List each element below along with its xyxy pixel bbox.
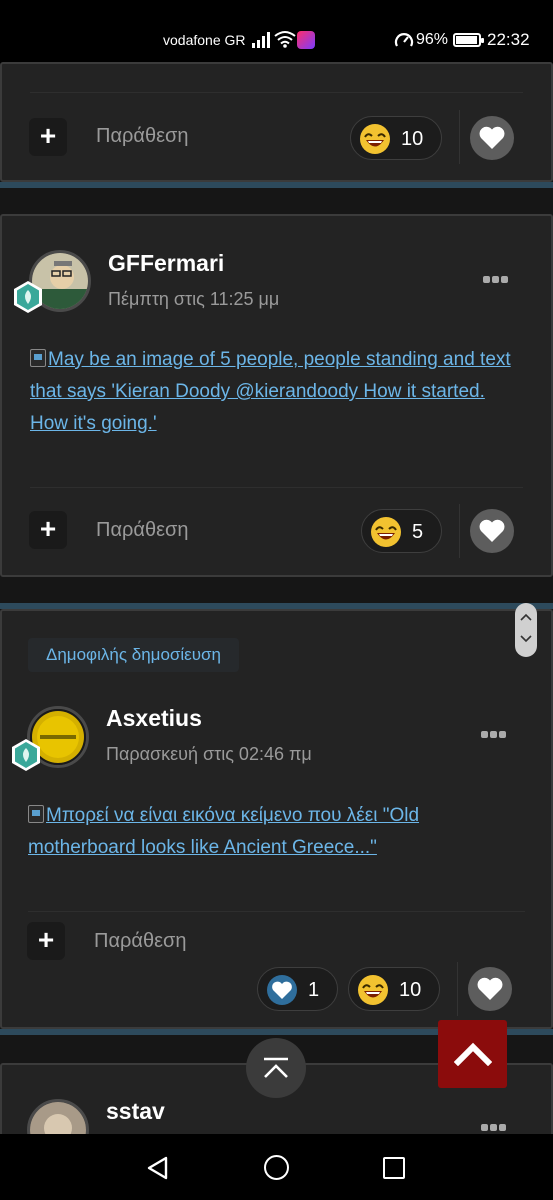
chevron-down-icon [520,635,532,643]
more-options-icon[interactable] [481,1124,507,1132]
battery-fill [456,36,478,44]
scroll-handle[interactable] [515,603,537,657]
status-bar: vodafone GR 96% 22:32 [0,0,553,68]
signal-icon [252,32,270,48]
react-button[interactable] [468,967,512,1011]
battery-percent: 96% [416,31,449,48]
image-alt-text: May be an image of 5 people, people stan… [30,349,511,434]
post-card: + Παράθεση 10 [0,62,553,182]
quote-button[interactable]: Παράθεση [96,125,188,148]
post-card: GFFermari Πέμπτη στις 11:25 μμ May be an… [0,214,553,577]
clock: 22:32 [487,30,530,49]
reaction-count-pill[interactable]: 5 [361,509,442,553]
rank-badge-icon [12,739,40,771]
chevron-up-icon [454,1042,492,1066]
nav-back-icon[interactable] [146,1156,170,1180]
heart-icon [479,126,505,149]
grin-emoji-icon [360,124,390,154]
post-image-link[interactable]: May be an image of 5 people, people stan… [30,344,520,440]
post-divider [30,487,523,488]
multiquote-add-button[interactable]: + [29,118,67,156]
reaction-count: 5 [412,521,424,543]
nav-recents-icon[interactable] [383,1157,405,1179]
multiquote-add-button[interactable]: + [27,922,65,960]
reaction-count-pill[interactable]: 10 [348,967,440,1011]
reaction-count-pill[interactable]: 1 [257,967,338,1011]
battery-icon [453,33,484,47]
post-divider [30,92,523,93]
nav-home-icon[interactable] [264,1155,289,1180]
scroll-to-top-button[interactable] [246,1038,306,1098]
post-divider [28,911,525,912]
post-image-link[interactable]: Μπορεί να είναι εικόνα κείμενο που λέει … [28,800,518,864]
grin-emoji-icon [371,517,401,547]
more-options-icon[interactable] [483,276,509,284]
reaction-count-pill[interactable]: 10 [350,116,442,160]
heart-icon [477,977,503,1000]
multiquote-add-button[interactable]: + [29,511,67,549]
react-button[interactable] [470,509,514,553]
grin-emoji-icon [358,975,388,1005]
post-date[interactable]: Πέμπτη στις 11:25 μμ [108,289,279,310]
like-heart-icon [267,975,297,1005]
back-to-top-button[interactable] [438,1020,507,1088]
image-alt-text: Μπορεί να είναι εικόνα κείμενο που λέει … [28,805,420,858]
quote-button[interactable]: Παράθεση [96,519,188,542]
separator [457,962,458,1016]
heart-icon [479,519,505,542]
popular-post-tag: Δημοφιλής δημοσίευση [28,638,239,672]
carrier-name: vodafone GR [163,32,246,48]
separator [459,504,460,558]
chevron-up-icon [520,613,532,621]
scroll-to-top-icon [264,1057,288,1078]
reaction-count: 10 [399,979,422,1001]
reaction-count: 10 [401,128,424,150]
react-button[interactable] [470,116,514,160]
post-separator-band [0,182,553,188]
post-author[interactable]: sstav [106,1098,165,1125]
rank-badge-icon [14,281,42,313]
wifi-icon [274,31,296,48]
app-notification-icon [297,31,315,49]
post-author[interactable]: GFFermari [108,250,224,277]
speedometer-icon [394,33,414,47]
more-options-icon[interactable] [481,731,507,739]
post-author[interactable]: Asxetius [106,705,202,732]
post-date[interactable]: Παρασκευή στις 02:46 πμ [106,744,312,765]
reaction-count: 1 [308,979,320,1001]
broken-image-icon [30,349,46,367]
quote-button[interactable]: Παράθεση [94,930,186,953]
separator [459,110,460,164]
broken-image-icon [28,805,44,823]
